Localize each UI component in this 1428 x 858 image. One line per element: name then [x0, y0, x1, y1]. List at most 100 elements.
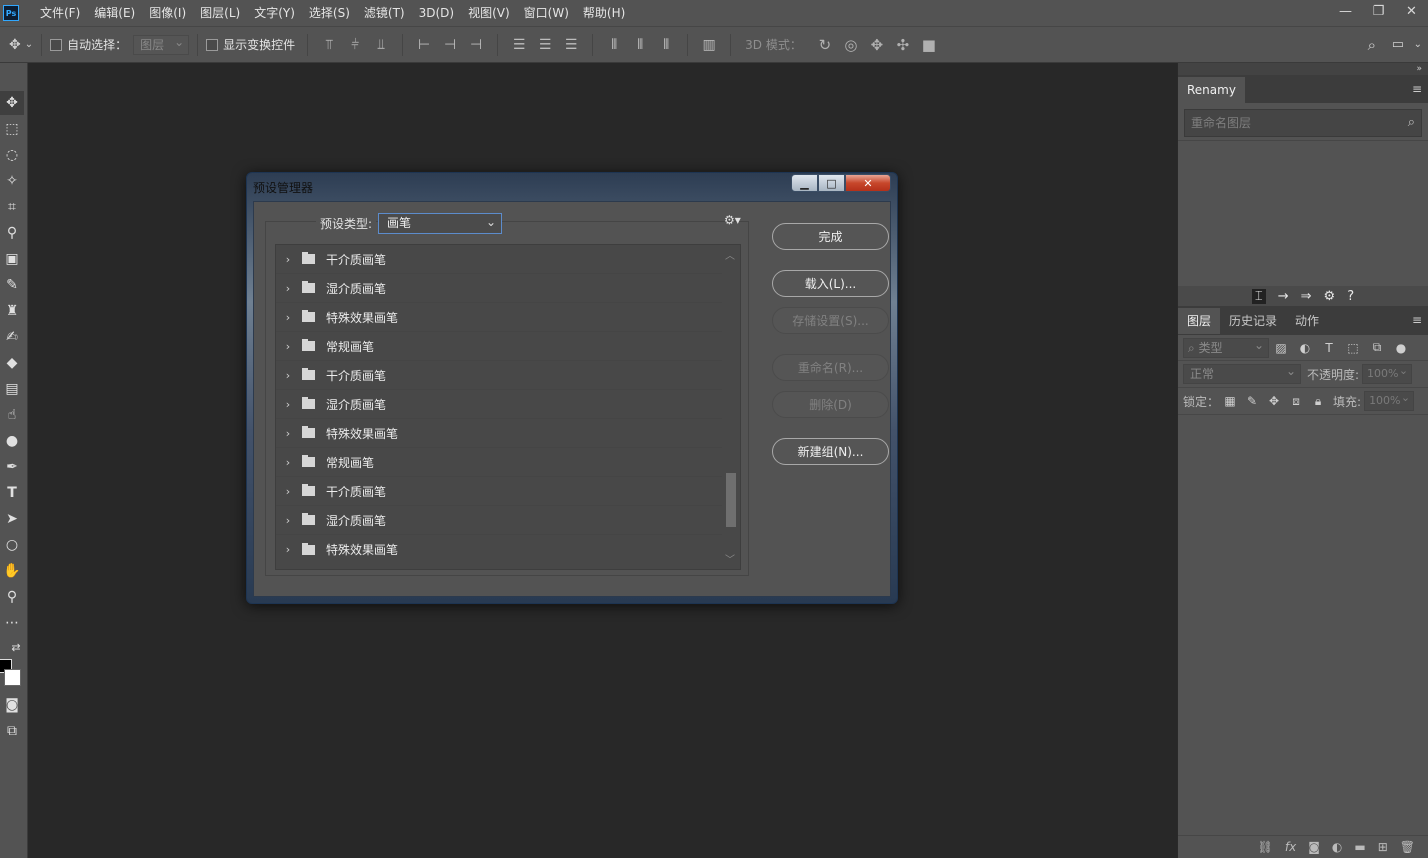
auto-select-target-dropdown[interactable]: 图层 [133, 33, 190, 55]
scroll-down-icon[interactable]: ﹀ [725, 551, 735, 566]
lock-transparent-icon[interactable]: ▦ [1219, 394, 1241, 408]
chevron-right-icon[interactable]: › [278, 340, 298, 353]
fx-icon[interactable]: fx [1285, 840, 1296, 854]
magic-wand-tool-icon[interactable]: ✧ [0, 169, 24, 193]
align-right-icon[interactable]: ⊣ [463, 37, 489, 53]
brush-tool-icon[interactable]: ✎ [0, 273, 24, 297]
gear-icon[interactable]: ⚙ [1324, 289, 1336, 304]
menu-filter[interactable]: 滤镜(T) [357, 0, 412, 26]
restore-icon[interactable]: ❐ [1362, 0, 1395, 22]
save-set-button[interactable]: 存储设置(S)... [772, 307, 889, 334]
shape-filter-icon[interactable]: ⬚ [1341, 341, 1365, 355]
tab-layers[interactable]: 图层 [1178, 308, 1221, 334]
collapse-panels-icon[interactable]: » [1178, 63, 1428, 75]
type-tool-icon[interactable]: T [0, 481, 24, 505]
chevron-right-icon[interactable]: › [278, 311, 298, 324]
delete-button[interactable]: 删除(D) [772, 391, 889, 418]
align-bottom-icon[interactable]: ⫫ [368, 37, 394, 53]
chevron-right-icon[interactable]: › [278, 543, 298, 556]
maximize-icon[interactable]: □ [818, 174, 845, 192]
rename-layer-input[interactable]: 重命名图层 ⌕ [1184, 109, 1422, 137]
marquee-tool-icon[interactable]: ⬚ [0, 117, 24, 141]
menu-help[interactable]: 帮助(H) [576, 0, 632, 26]
smart-object-filter-icon[interactable]: ⧉ [1365, 340, 1389, 355]
menu-3d[interactable]: 3D(D) [412, 0, 461, 26]
smudge-tool-icon[interactable]: ☝ [0, 403, 24, 427]
new-group-icon[interactable]: ▬ [1354, 840, 1365, 854]
more-tools-icon[interactable]: ⋯ [0, 611, 24, 635]
chevron-right-icon[interactable]: › [278, 253, 298, 266]
lock-position-icon[interactable]: ✥ [1263, 394, 1285, 408]
ellipse-tool-icon[interactable]: ○ [0, 533, 24, 557]
opacity-input[interactable]: 100% [1362, 362, 1413, 384]
minimize-icon[interactable]: ▁ [791, 174, 818, 192]
gradient-tool-icon[interactable]: ▤ [0, 377, 24, 401]
crop-tool-icon[interactable]: ⌗ [0, 195, 24, 219]
new-layer-icon[interactable]: ⊞ [1378, 840, 1388, 854]
tab-history[interactable]: 历史记录 [1220, 308, 1286, 334]
workspace-icon[interactable]: ▭ [1392, 37, 1404, 52]
rename-button[interactable]: 重命名(R)... [772, 354, 889, 381]
menu-type[interactable]: 文字(Y) [247, 0, 302, 26]
align-vertical-center-icon[interactable]: ⫩ [342, 37, 368, 53]
double-arrow-right-icon[interactable]: ⇒ [1301, 289, 1312, 304]
align-left-icon[interactable]: ⊢ [411, 37, 437, 53]
quick-mask-icon[interactable]: ◙ [0, 693, 24, 717]
eraser-tool-icon[interactable]: ◆ [0, 351, 24, 375]
search-icon[interactable]: ⌕ [1408, 110, 1415, 136]
stamp-tool-icon[interactable]: ♜ [0, 299, 24, 323]
type-filter-icon[interactable]: T [1317, 341, 1341, 355]
pen-tool-icon[interactable]: ✒ [0, 455, 24, 479]
frame-tool-icon[interactable]: ▣ [0, 247, 24, 271]
list-item[interactable]: › 常规画笔 [276, 332, 740, 361]
chevron-right-icon[interactable]: › [278, 427, 298, 440]
lock-all-icon[interactable]: 🔒︎ [1307, 394, 1329, 409]
blend-mode-dropdown[interactable]: 正常 [1183, 362, 1301, 384]
workspace-chevron-icon[interactable]: ⌄ [1414, 39, 1422, 50]
auto-align-icon[interactable]: ▥ [696, 37, 722, 53]
scrollbar-thumb[interactable] [726, 473, 736, 527]
list-item[interactable]: › 干介质画笔 [276, 361, 740, 390]
fill-input[interactable]: 100% [1364, 389, 1415, 411]
chevron-right-icon[interactable]: › [278, 398, 298, 411]
filter-toggle-icon[interactable]: ● [1389, 341, 1413, 355]
chevron-right-icon[interactable]: › [278, 456, 298, 469]
layer-kind-filter[interactable]: ⌕ 类型 [1183, 336, 1269, 358]
distribute-bottom-icon[interactable]: ☰ [558, 37, 584, 53]
3d-roll-icon[interactable]: ◎ [838, 36, 864, 54]
list-item[interactable]: › 特殊效果画笔 [276, 535, 740, 564]
move-tool-icon[interactable]: ✥ [0, 91, 24, 115]
3d-rotate-icon[interactable]: ↻ [812, 36, 838, 54]
lock-image-icon[interactable]: ✎ [1241, 394, 1263, 408]
load-button[interactable]: 载入(L)... [772, 270, 889, 297]
chevron-right-icon[interactable]: › [278, 514, 298, 527]
preset-type-dropdown[interactable]: 画笔 ⌄ [378, 213, 502, 234]
screen-mode-icon[interactable]: ⧉ [0, 719, 24, 743]
distribute-left-icon[interactable]: ⦀ [601, 37, 627, 53]
chevron-right-icon[interactable]: › [278, 282, 298, 295]
lock-artboard-icon[interactable]: ⧈ [1285, 394, 1307, 409]
chevron-right-icon[interactable]: › [278, 485, 298, 498]
history-brush-tool-icon[interactable]: ✍ [0, 325, 24, 349]
list-item[interactable]: › 特殊效果画笔 [276, 303, 740, 332]
hand-tool-icon[interactable]: ✋ [0, 559, 24, 583]
adjustment-layer-icon[interactable]: ◐ [1332, 840, 1342, 854]
align-top-icon[interactable]: ⫪ [316, 37, 342, 53]
move-tool-icon[interactable]: ✥ [9, 37, 21, 53]
list-item[interactable]: › 特殊效果画笔 [276, 419, 740, 448]
menu-edit[interactable]: 编辑(E) [87, 0, 142, 26]
3d-pan-icon[interactable]: ✥ [864, 36, 890, 54]
minimize-icon[interactable]: — [1329, 0, 1362, 22]
path-selection-tool-icon[interactable]: ➤ [0, 507, 24, 531]
list-item[interactable]: › 干介质画笔 [276, 245, 740, 274]
dodge-tool-icon[interactable]: ● [0, 429, 24, 453]
close-icon[interactable]: ✕ [1395, 0, 1428, 22]
new-group-button[interactable]: 新建组(N)... [772, 438, 889, 465]
list-item[interactable]: › 干介质画笔 [276, 477, 740, 506]
zoom-tool-icon[interactable]: ⚲ [0, 585, 24, 609]
menu-layer[interactable]: 图层(L) [193, 0, 247, 26]
search-icon[interactable]: ⌕ [1368, 36, 1376, 54]
eyedropper-tool-icon[interactable]: ⚲ [0, 221, 24, 245]
auto-select-checkbox[interactable] [50, 38, 63, 51]
menu-window[interactable]: 窗口(W) [517, 0, 576, 26]
